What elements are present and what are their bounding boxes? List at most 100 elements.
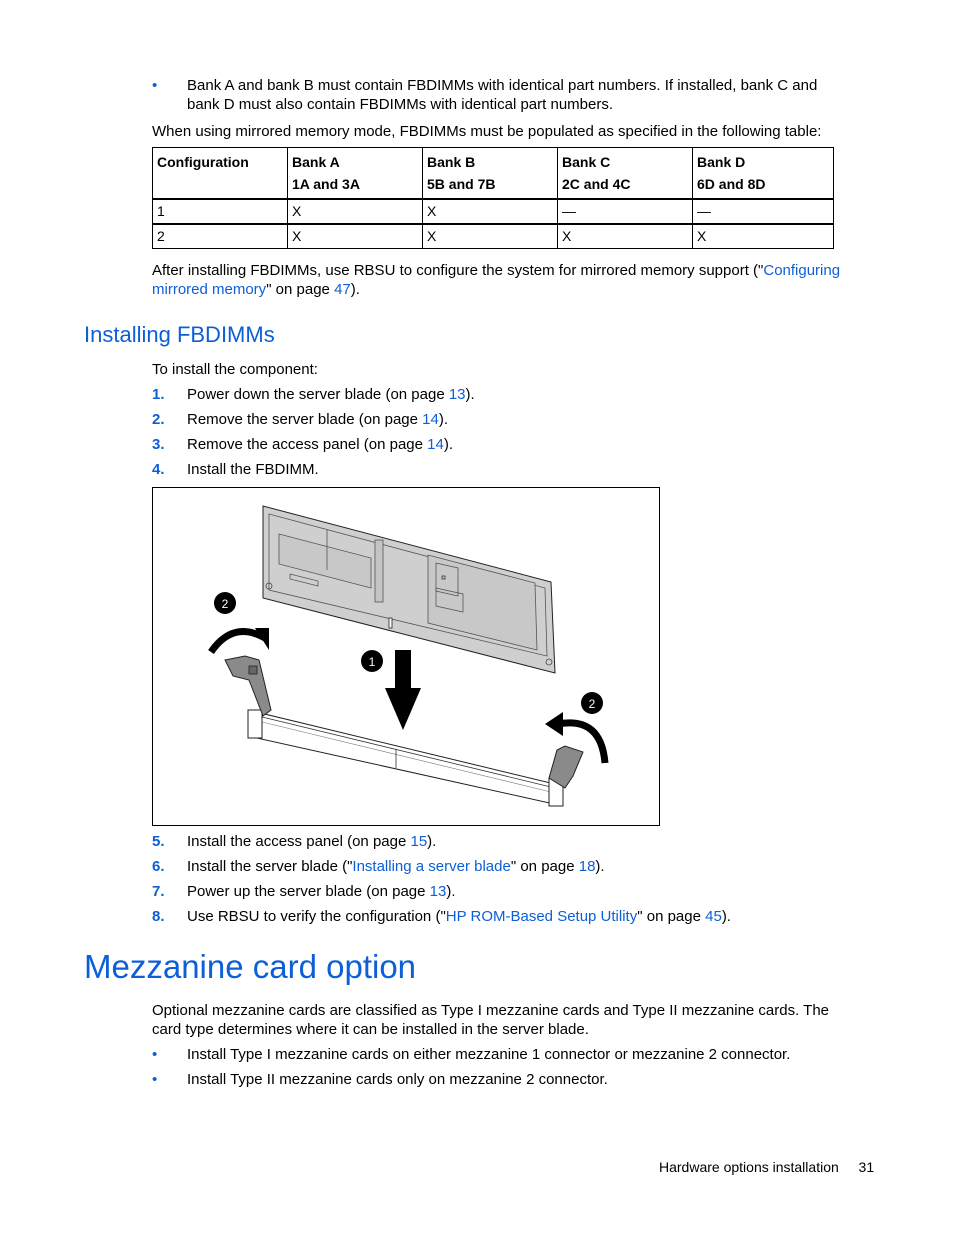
step-text: Remove the server blade (on page 14). <box>187 410 448 429</box>
header-title: Bank A <box>292 154 340 170</box>
bullet-text: Bank A and bank B must contain FBDIMMs w… <box>187 77 818 113</box>
text: ). <box>427 833 437 850</box>
text: ). <box>446 883 456 900</box>
left-latch <box>224 655 272 717</box>
step-item: 5. Install the access panel (on page 15)… <box>152 832 852 851</box>
page-link[interactable]: 13 <box>430 883 447 900</box>
table-header-cell: Configuration <box>152 147 288 200</box>
text: Install the access panel (on page <box>187 833 411 850</box>
installing-server-blade-link[interactable]: Installing a server blade <box>352 858 510 875</box>
page-number: 31 <box>858 1159 875 1175</box>
insert-arrow-icon <box>385 650 421 730</box>
bullet-item: • Bank A and bank B must contain FBDIMMs… <box>152 76 852 114</box>
mezzanine-paragraph: Optional mezzanine cards are classified … <box>152 1002 830 1038</box>
table-header-cell: Bank A 1A and 3A <box>287 147 423 200</box>
step-item: 1. Power down the server blade (on page … <box>152 385 852 404</box>
text: " on page <box>637 908 706 925</box>
table-cell: 2 <box>152 223 288 249</box>
step-number: 3. <box>152 436 165 453</box>
header-sub: 1A and 3A <box>292 176 360 192</box>
step-item: 7. Power up the server blade (on page 13… <box>152 882 852 901</box>
page-footer: Hardware options installation 31 <box>659 1159 874 1175</box>
fbdimm-illustration: 1 2 2 <box>208 505 609 807</box>
step-number: 6. <box>152 858 165 875</box>
step-text: Install the access panel (on page 15). <box>187 832 436 851</box>
step-item: 8. Use RBSU to verify the configuration … <box>152 907 852 926</box>
table-header-cell: Bank B 5B and 7B <box>422 147 558 200</box>
section-heading: Installing FBDIMMs <box>84 322 275 347</box>
mirrored-memory-table: Configuration Bank A 1A and 3A Bank B 5B a… <box>152 147 834 249</box>
text: Remove the access panel (on page <box>187 436 428 453</box>
text: Power down the server blade (on page <box>187 386 449 403</box>
header-sub: 6D and 8D <box>697 176 766 192</box>
callout-1: 1 <box>361 650 383 672</box>
bullet-item: • Install Type II mezzanine cards only o… <box>152 1070 852 1089</box>
fbdimm-module <box>262 505 556 674</box>
text: ). <box>350 281 360 298</box>
text: Use RBSU to verify the configuration (" <box>187 908 446 925</box>
right-latch <box>548 745 584 789</box>
page-link[interactable]: 18 <box>579 858 596 875</box>
header-sub: 2C and 4C <box>562 176 631 192</box>
table-header-row: Configuration Bank A 1A and 3A Bank B 5B a… <box>152 147 834 200</box>
header-title: Configuration <box>157 154 249 170</box>
bullet-icon: • <box>152 77 158 94</box>
bullet-text: Install Type I mezzanine cards on either… <box>187 1046 791 1063</box>
table-cell: X <box>557 223 693 249</box>
header-title: Bank C <box>562 154 611 170</box>
dimm-slot <box>247 709 564 807</box>
header-title: Bank B <box>427 154 476 170</box>
step-number: 8. <box>152 908 165 925</box>
table-header-cell: Bank D 6D and 8D <box>692 147 834 200</box>
table-cell: — <box>692 198 834 225</box>
bullet-icon: • <box>152 1071 158 1088</box>
table-row: 1 X X — — <box>152 198 834 225</box>
bullet-text: Install Type II mezzanine cards only on … <box>187 1071 608 1088</box>
steps-intro: To install the component: <box>152 361 318 378</box>
page-link[interactable]: 14 <box>422 411 439 428</box>
step-item: 3. Remove the access panel (on page 14). <box>152 435 852 454</box>
table-cell: X <box>422 223 558 249</box>
page-link[interactable]: 47 <box>334 281 351 298</box>
text: ). <box>465 386 475 403</box>
page-link[interactable]: 15 <box>410 833 427 850</box>
table-cell: X <box>287 198 423 225</box>
table-cell: X <box>422 198 558 225</box>
rotate-latch-arrow-icon <box>208 628 269 655</box>
page-link[interactable]: 45 <box>705 908 722 925</box>
footer-section: Hardware options installation <box>659 1159 839 1175</box>
table-row: 2 X X X X <box>152 223 834 249</box>
page-link[interactable]: 13 <box>449 386 466 403</box>
callout-label: 2 <box>589 697 596 711</box>
text: Install the server blade (" <box>187 858 353 875</box>
text: ). <box>595 858 605 875</box>
callout-2-right: 2 <box>581 692 603 714</box>
bullet-item: • Install Type I mezzanine cards on eith… <box>152 1045 852 1064</box>
step-number: 2. <box>152 411 165 428</box>
header-sub: 5B and 7B <box>427 176 496 192</box>
text: Power up the server blade (on page <box>187 883 430 900</box>
table-cell: 1 <box>152 198 288 225</box>
callout-label: 1 <box>369 655 376 669</box>
step-text: Power up the server blade (on page 13). <box>187 882 456 901</box>
header-title: Bank D <box>697 154 746 170</box>
step-item: 2. Remove the server blade (on page 14). <box>152 410 852 429</box>
step-number: 4. <box>152 461 165 478</box>
step-number: 1. <box>152 386 165 403</box>
bullet-icon: • <box>152 1046 158 1063</box>
text: " on page <box>266 281 335 298</box>
mirrored-intro: When using mirrored memory mode, FBDIMMs… <box>152 123 822 140</box>
step-number: 5. <box>152 833 165 850</box>
text: " on page <box>510 858 579 875</box>
callout-label: 2 <box>222 597 229 611</box>
page-link[interactable]: 14 <box>427 436 444 453</box>
step-number: 7. <box>152 883 165 900</box>
step-item: 4. Install the FBDIMM. <box>152 460 852 479</box>
rbsu-link[interactable]: HP ROM-Based Setup Utility <box>446 908 637 925</box>
callout-2-left: 2 <box>214 592 236 614</box>
table-header-cell: Bank C 2C and 4C <box>557 147 693 200</box>
text: ). <box>438 411 448 428</box>
after-install-paragraph: After installing FBDIMMs, use RBSU to co… <box>152 261 852 299</box>
text: ). <box>443 436 454 453</box>
step-item: 6. Install the server blade ("Installing… <box>152 857 852 876</box>
